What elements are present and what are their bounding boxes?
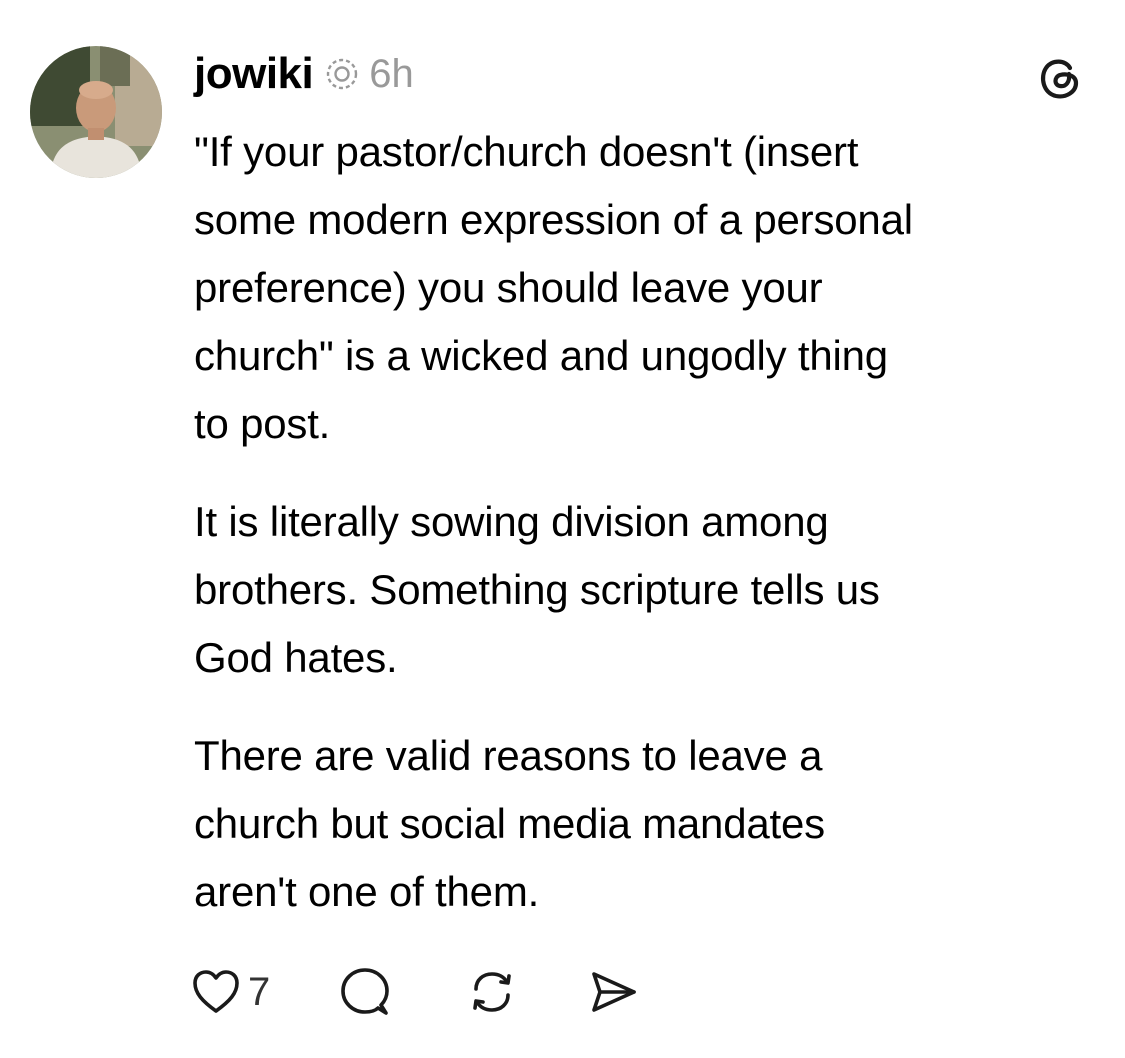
repost-icon	[468, 969, 516, 1015]
heart-icon	[192, 969, 240, 1015]
post-header: jowiki 6h	[194, 44, 414, 104]
like-button[interactable]: 7	[192, 969, 270, 1015]
username[interactable]: jowiki	[194, 49, 314, 99]
post-paragraph: "If your pastor/church doesn't (insert s…	[194, 128, 913, 447]
action-bar: 7	[192, 966, 638, 1018]
share-button[interactable]	[588, 969, 638, 1015]
thread-post: jowiki 6h "If your pastor/church doesn't…	[0, 0, 1125, 1058]
verified-icon	[325, 57, 359, 91]
like-count: 7	[248, 969, 271, 1014]
comment-icon	[340, 967, 390, 1017]
post-body: "If your pastor/church doesn't (insert s…	[194, 118, 1099, 956]
reply-button[interactable]	[340, 967, 390, 1017]
send-icon	[588, 969, 638, 1015]
post-paragraph: There are valid reasons to leave a churc…	[194, 732, 825, 915]
repost-button[interactable]	[468, 969, 516, 1015]
timestamp: 6h	[369, 51, 414, 96]
post-paragraph: It is literally sowing division among br…	[194, 498, 880, 681]
avatar[interactable]	[30, 46, 162, 178]
threads-logo-icon[interactable]	[1036, 54, 1084, 102]
